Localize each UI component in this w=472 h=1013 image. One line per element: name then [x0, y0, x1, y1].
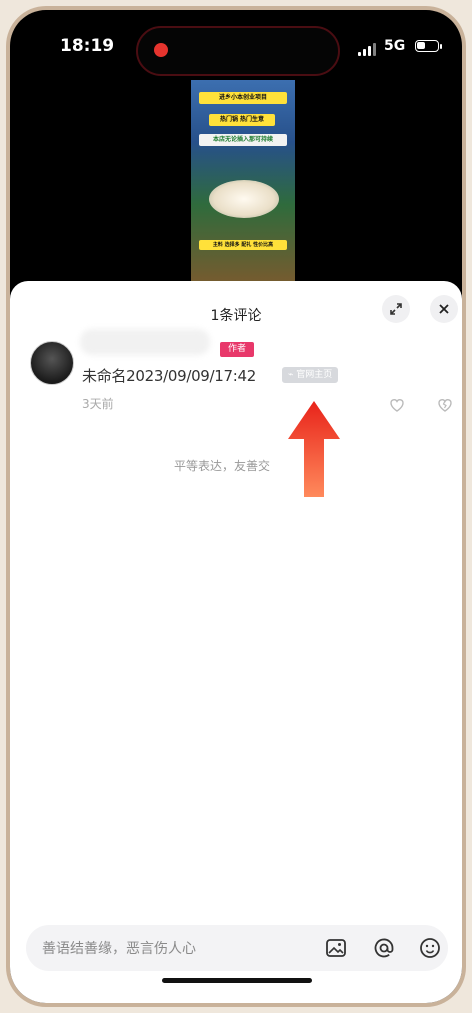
signal-icon	[358, 42, 378, 56]
recording-dot-icon	[154, 43, 168, 57]
network-type: 5G	[384, 38, 406, 54]
video-banner-top: 进乡小本创业项目	[199, 92, 287, 104]
mention-icon[interactable]	[372, 936, 396, 960]
comments-sheet: 1条评论 作者 未命名2023/09/09/17:42 ⌁ 官网主页 3天前 平…	[10, 281, 462, 1003]
author-badge: 作者	[220, 342, 254, 357]
phone-screen: 18:19 5G 进乡小本创业项目 热门锅 热门生意 本店无论插入那可持续 主料…	[10, 10, 462, 1003]
homepage-tag-label: 官网主页	[296, 370, 333, 380]
battery-icon	[415, 40, 439, 52]
dynamic-island	[136, 26, 340, 76]
close-icon	[439, 304, 449, 314]
video-thumbnail[interactable]: 进乡小本创业项目 热门锅 热门生意 本店无论插入那可持续 主料 选择多 配礼 性…	[191, 80, 295, 288]
image-icon[interactable]	[324, 936, 348, 960]
video-banner-mid: 热门锅 热门生意	[209, 114, 275, 126]
close-button[interactable]	[430, 295, 458, 323]
home-indicator[interactable]	[162, 978, 312, 983]
red-arrow-annotation	[288, 401, 340, 497]
status-time: 18:19	[60, 36, 115, 56]
emoji-icon[interactable]	[418, 936, 442, 960]
homepage-tag[interactable]: ⌁ 官网主页	[282, 367, 339, 383]
video-banner-bottom: 主料 选择多 配礼 性价比高	[199, 240, 287, 250]
comment-input-bar	[26, 925, 448, 973]
broken-heart-icon[interactable]	[436, 396, 454, 414]
comment-time: 3天前	[82, 397, 114, 411]
food-dish-image	[209, 180, 279, 218]
author-name-blurred[interactable]	[80, 329, 210, 355]
expand-button[interactable]	[382, 295, 410, 323]
comment-input[interactable]	[40, 925, 314, 973]
status-bar: 18:19 5G	[10, 10, 462, 80]
avatar[interactable]	[30, 341, 74, 385]
heart-icon[interactable]	[388, 396, 406, 414]
empty-hint: 平等表达，友善交	[174, 459, 271, 473]
expand-icon	[390, 303, 402, 315]
comment-text[interactable]: 未命名2023/09/09/17:42	[82, 365, 256, 386]
video-banner-sub: 本店无论插入那可持续	[199, 134, 287, 146]
